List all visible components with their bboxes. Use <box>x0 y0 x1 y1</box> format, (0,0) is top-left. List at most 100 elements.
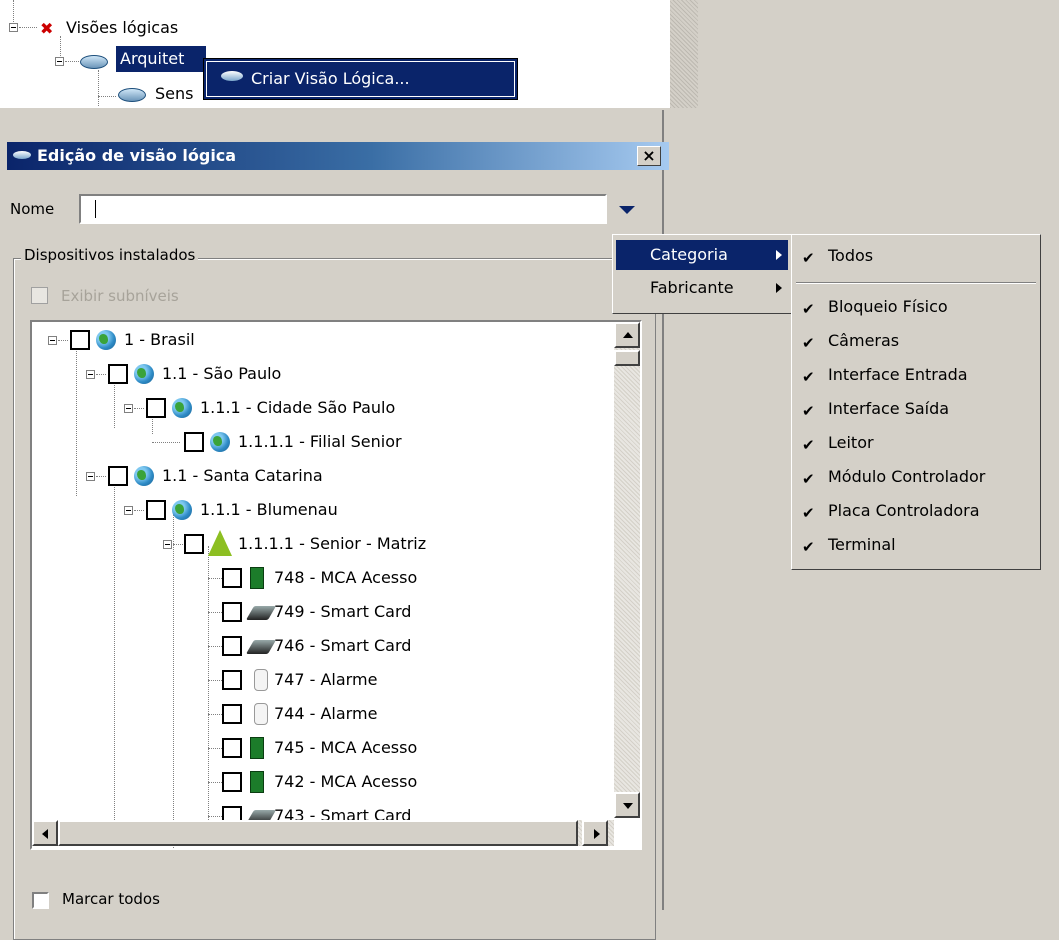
tree-node-label: 747 - Alarme <box>274 670 378 689</box>
globe-icon <box>134 364 154 384</box>
filter-dropdown-icon[interactable] <box>619 206 635 214</box>
menu-item-manufacturer[interactable]: Fabricante <box>616 273 788 303</box>
horizontal-scrollbar[interactable] <box>32 820 614 846</box>
category-label: Leitor <box>828 433 874 452</box>
context-menu: Criar Visão Lógica... <box>203 58 518 100</box>
tree-checkbox[interactable] <box>70 330 90 350</box>
devices-tree[interactable]: 1 - Brasil 1.1 - São Paulo 1.1.1 - Cidad… <box>30 320 642 850</box>
building-icon <box>208 530 232 556</box>
tree-item-sensor[interactable]: Sens <box>155 84 193 103</box>
menu-item-category[interactable]: Categoria <box>616 240 788 270</box>
tree-node-label: 1.1.1.1 - Senior - Matriz <box>238 534 427 553</box>
tree-checkbox[interactable] <box>222 670 242 690</box>
tree-node-label: 1.1.1.1 - Filial Senior <box>238 432 402 451</box>
tree-node-label: 1.1 - Santa Catarina <box>162 466 323 485</box>
controller-icon <box>250 771 264 793</box>
dialog-titlebar[interactable]: Edição de visão lógica × <box>7 142 669 170</box>
tree-checkbox[interactable] <box>222 704 242 724</box>
collapse-toggle[interactable] <box>86 472 95 481</box>
architecture-icon <box>80 55 108 69</box>
check-icon: ✔ <box>802 504 815 522</box>
tree-checkbox[interactable] <box>184 432 204 452</box>
scroll-down-button[interactable] <box>614 792 640 818</box>
category-submenu: ✔ Todos ✔ Bloqueio Físico ✔ Câmeras ✔ In… <box>791 234 1041 570</box>
menu-item-label: Criar Visão Lógica... <box>251 69 410 88</box>
tree-node-label: 1 - Brasil <box>124 330 195 349</box>
category-label: Placa Controladora <box>828 501 980 520</box>
tree-checkbox[interactable] <box>146 500 166 520</box>
alarm-icon <box>254 703 268 725</box>
create-logical-view-menu-item[interactable]: Criar Visão Lógica... <box>206 61 515 97</box>
check-icon: ✔ <box>802 402 815 420</box>
category-label: Todos <box>828 246 874 265</box>
show-sublevels-checkbox[interactable] <box>31 287 48 304</box>
collapse-toggle[interactable] <box>55 57 64 66</box>
name-input[interactable] <box>79 194 607 224</box>
controller-icon <box>250 567 264 589</box>
tree-checkbox[interactable] <box>222 602 242 622</box>
category-label: Módulo Controlador <box>828 467 986 486</box>
scroll-track <box>670 0 698 108</box>
category-label: Câmeras <box>828 331 900 350</box>
tree-node-label: 1.1.1 - Blumenau <box>200 500 338 519</box>
category-label: Interface Saída <box>828 399 950 418</box>
logical-view-icon <box>221 71 243 81</box>
controller-icon <box>250 737 264 759</box>
select-all-checkbox[interactable] <box>32 892 49 909</box>
collapse-toggle[interactable] <box>48 336 57 345</box>
tree-checkbox[interactable] <box>222 738 242 758</box>
tree-node-label: 748 - MCA Acesso <box>274 568 418 587</box>
tree-checkbox[interactable] <box>108 466 128 486</box>
category-label: Bloqueio Físico <box>828 297 948 316</box>
globe-icon <box>96 330 116 350</box>
globe-icon <box>210 432 230 452</box>
tree-root-label[interactable]: Visões lógicas <box>66 18 178 37</box>
collapse-toggle[interactable] <box>86 370 95 379</box>
tree-checkbox[interactable] <box>222 568 242 588</box>
tree-checkbox[interactable] <box>184 534 204 554</box>
close-button[interactable]: × <box>637 146 661 166</box>
collapse-toggle[interactable] <box>163 540 172 549</box>
submenu-arrow-icon <box>776 250 782 260</box>
globe-icon <box>134 466 154 486</box>
vertical-scrollbar[interactable] <box>614 322 640 818</box>
dialog-title: Edição de visão lógica <box>37 146 237 165</box>
tree-node-label: 742 - MCA Acesso <box>274 772 418 791</box>
tree-node-label: 746 - Smart Card <box>274 636 412 655</box>
tree-node-label: 745 - MCA Acesso <box>274 738 418 757</box>
tree-node-label: 1.1.1 - Cidade São Paulo <box>200 398 396 417</box>
check-icon: ✔ <box>802 334 815 352</box>
collapse-toggle[interactable] <box>124 506 133 515</box>
scroll-thumb[interactable] <box>614 350 640 366</box>
tree-checkbox[interactable] <box>108 364 128 384</box>
name-label: Nome <box>10 200 55 218</box>
dialog-icon <box>13 151 31 159</box>
tree-checkbox[interactable] <box>222 772 242 792</box>
collapse-toggle[interactable] <box>9 23 18 32</box>
check-icon: ✔ <box>802 436 815 454</box>
logical-view-dialog: Edição de visão lógica × Nome Dispositiv… <box>7 110 669 940</box>
tree-node-label: 749 - Smart Card <box>274 602 412 621</box>
show-sublevels-label: Exibir subníveis <box>61 287 179 305</box>
globe-icon <box>172 500 192 520</box>
check-icon: ✔ <box>802 368 815 386</box>
dialog-border <box>662 110 664 910</box>
menu-item-label: Categoria <box>650 245 728 264</box>
submenu-arrow-icon <box>776 283 782 293</box>
tree-node-label: 744 - Alarme <box>274 704 378 723</box>
tree-node-label: 1.1 - São Paulo <box>162 364 282 383</box>
globe-icon <box>172 398 192 418</box>
tree-item-architecture[interactable]: Arquitet <box>116 46 206 72</box>
tree-checkbox[interactable] <box>146 398 166 418</box>
check-icon: ✔ <box>802 300 815 318</box>
tree-checkbox[interactable] <box>222 636 242 656</box>
horizontal-scroll-thumb[interactable] <box>58 820 578 846</box>
check-icon: ✔ <box>802 249 815 267</box>
collapse-toggle[interactable] <box>124 404 133 413</box>
text-caret <box>95 200 96 218</box>
scroll-right-button[interactable] <box>582 820 608 846</box>
scroll-up-button[interactable] <box>614 322 640 348</box>
filter-menu: Categoria Fabricante <box>612 234 792 314</box>
scroll-left-button[interactable] <box>32 820 58 846</box>
menu-separator <box>796 282 1036 284</box>
